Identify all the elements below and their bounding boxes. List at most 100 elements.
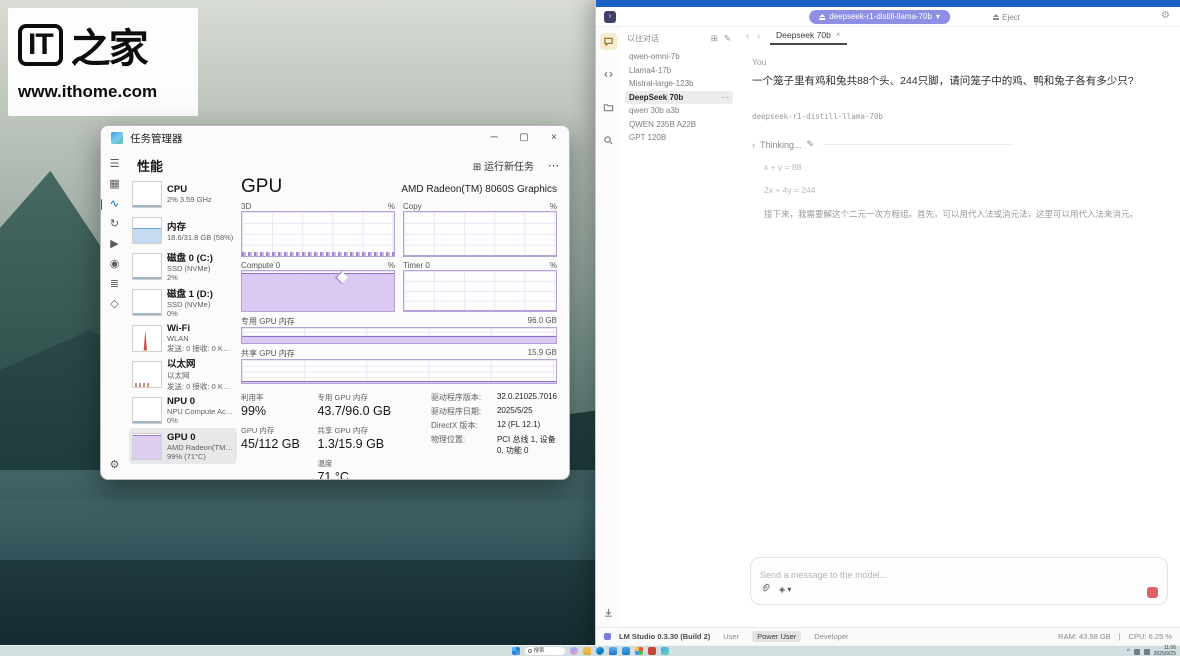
menu-icon[interactable]: ☰ xyxy=(105,158,125,171)
start-button[interactable] xyxy=(512,647,520,655)
user-role-label: You xyxy=(752,57,1166,67)
expand-caret-icon[interactable]: › xyxy=(752,140,755,150)
chart-shared-memory xyxy=(241,359,557,384)
nav-app-history-icon[interactable]: ↻ xyxy=(105,218,125,231)
thinking-equation: x + y = 88 xyxy=(764,162,1166,172)
my-models-folder-icon[interactable] xyxy=(600,99,617,116)
user-message: 一个笼子里有鸡和兔共88个头、244只脚，请问笼子中的鸡、鸭和兔子各有多少只? xyxy=(752,73,1166,88)
chat-list-item[interactable]: qwen 30b a3b xyxy=(625,104,733,118)
mode-developer[interactable]: Developer xyxy=(809,631,853,642)
task-manager-titlebar[interactable]: 任务管理器 ─ ▢ × xyxy=(101,126,569,150)
chart-copy-label: Copy xyxy=(403,202,550,211)
file-explorer-icon[interactable] xyxy=(583,647,591,655)
discover-search-icon[interactable] xyxy=(600,132,617,149)
active-chat-tab[interactable]: Deepseek 70b × xyxy=(770,28,847,45)
edit-icon: ✎ xyxy=(807,139,815,150)
new-chat-icon[interactable]: ✎ xyxy=(724,33,731,44)
nav-performance-icon[interactable]: ∿ xyxy=(105,198,125,211)
message-input-box[interactable]: ◈ ▾ xyxy=(750,557,1168,605)
chat-list-item[interactable]: Mistral-large-123b xyxy=(625,77,733,91)
minimize-button[interactable]: ─ xyxy=(479,126,509,150)
microsoft-store-icon[interactable] xyxy=(609,647,617,655)
chat-item-more-icon[interactable]: ⋯ xyxy=(721,91,729,105)
stat-dedicated-memory-value: 43.7/96.0 GB xyxy=(317,404,415,418)
chart-3d-label: 3D xyxy=(241,202,388,211)
mode-power-user[interactable]: Power User xyxy=(752,631,801,642)
thinking-section-header[interactable]: › Thinking... ✎ xyxy=(752,139,1166,150)
search-icon xyxy=(528,649,532,653)
eject-icon xyxy=(819,14,825,20)
performance-sidebar: CPU 2% 3.59 GHz 内存 18.6/31.8 GB (58%) 磁盘… xyxy=(129,176,237,464)
chat-sidebar: 以往对话 ⊞ ✎ qwen-omni-7b Llama4-17b Mistral… xyxy=(620,27,738,627)
gpu-driver-details: 驱动程序版本: 32.0.21025.7016 驱动程序日期: 2025/5/2… xyxy=(431,392,557,480)
nav-startup-apps-icon[interactable]: ▶ xyxy=(105,238,125,251)
taskbar-clock[interactable]: 11:06 2025/9/25 xyxy=(1154,646,1176,656)
prompt-options-icon[interactable]: ◈ ▾ xyxy=(779,585,791,594)
mode-user[interactable]: User xyxy=(718,631,744,642)
nav-users-icon[interactable]: ◉ xyxy=(105,258,125,271)
copilot-icon[interactable] xyxy=(570,647,578,655)
sidebar-item-npu[interactable]: NPU 0 NPU Compute Accel... 0% xyxy=(129,392,237,428)
sidebar-item-cpu[interactable]: CPU 2% 3.59 GHz xyxy=(129,176,237,212)
chart-timer-max: % xyxy=(550,261,557,270)
sidebar-item-disk0[interactable]: 磁盘 0 (C:) SSD (NVMe) 2% xyxy=(129,248,237,284)
chat-list-item[interactable]: Llama4-17b xyxy=(625,64,733,78)
chat-list-item[interactable]: GPT 120B xyxy=(625,131,733,145)
chat-tabbar: ‹ › Deepseek 70b × xyxy=(738,27,1180,45)
stop-generation-button[interactable] xyxy=(1147,587,1158,598)
chart-timer-label: Timer 0 xyxy=(403,261,550,270)
maximize-button[interactable]: ▢ xyxy=(509,126,539,150)
windows-taskbar: 搜索 ^ 11:06 2025/9/25 xyxy=(0,645,1180,656)
stat-gpu-memory-value: 45/112 GB xyxy=(241,437,301,451)
close-button[interactable]: × xyxy=(539,126,569,150)
new-folder-icon[interactable]: ⊞ xyxy=(711,33,718,44)
disk0-mini-chart xyxy=(132,253,162,280)
chat-list-item-selected[interactable]: DeepSeek 70b ⋯ xyxy=(625,91,733,105)
settings-gear-icon[interactable]: ⚙ xyxy=(1161,10,1170,21)
tray-overflow-icon[interactable]: ^ xyxy=(1127,649,1130,655)
volume-tray-icon[interactable] xyxy=(1144,649,1150,655)
chat-tab-icon[interactable] xyxy=(600,33,617,50)
stat-utilization-value: 99% xyxy=(241,404,301,418)
eject-button[interactable]: Eject xyxy=(993,10,1020,24)
app-icon[interactable] xyxy=(622,647,630,655)
sidebar-item-ethernet[interactable]: 以太网 以太网 发送: 0 接收: 0 Kbps xyxy=(129,356,237,392)
chat-list-item[interactable]: qwen-omni-7b xyxy=(625,50,733,64)
thinking-equation: 2x + 4y = 244 xyxy=(764,185,1166,195)
developer-tab-icon[interactable] xyxy=(600,66,617,83)
downloads-icon[interactable] xyxy=(600,604,617,621)
more-options-button[interactable]: ⋯ xyxy=(548,159,559,172)
model-dropdown-icon: ▾ xyxy=(936,10,940,24)
app-icon[interactable] xyxy=(648,647,656,655)
thinking-text: 接下来，我需要解这个二元一次方程组。首先，可以用代入法或消元法，这里可以用代入法… xyxy=(764,208,1166,220)
gpu-panel: GPU AMD Radeon(TM) 8060S Graphics 3D % C… xyxy=(241,176,557,480)
sidebar-item-wifi[interactable]: Wi-Fi WLAN 发送: 0 接收: 0 Kbps xyxy=(129,320,237,356)
nav-services-icon[interactable]: ◇ xyxy=(105,298,125,311)
tab-forward-icon[interactable]: › xyxy=(753,31,764,42)
dedicated-memory-chart-label: 专用 GPU 内存 xyxy=(241,316,528,327)
stat-shared-memory-label: 共享 GPU 内存 xyxy=(317,425,415,436)
task-manager-taskbar-icon[interactable] xyxy=(661,647,669,655)
sidebar-item-gpu[interactable]: GPU 0 AMD Radeon(TM) 806... 99% (71°C) xyxy=(129,428,237,464)
loaded-model-pill[interactable]: deepseek-r1-distill-llama-70b ▾ xyxy=(809,10,950,24)
app-icon[interactable] xyxy=(635,647,643,655)
run-new-task-button[interactable]: ⊞ 运行新任务 xyxy=(473,158,534,173)
settings-gear-icon[interactable]: ⚙ xyxy=(101,458,128,471)
nav-details-icon[interactable]: ≣ xyxy=(105,278,125,291)
ethernet-mini-chart xyxy=(132,361,162,388)
taskbar-search[interactable]: 搜索 xyxy=(525,647,565,655)
sidebar-item-disk1[interactable]: 磁盘 1 (D:) SSD (NVMe) 0% xyxy=(129,284,237,320)
edge-browser-icon[interactable] xyxy=(596,647,604,655)
network-tray-icon[interactable] xyxy=(1134,649,1140,655)
nav-processes-icon[interactable]: ▦ xyxy=(105,178,125,191)
message-input[interactable] xyxy=(760,570,1158,580)
chat-list-item[interactable]: QWEN 235B A22B xyxy=(625,118,733,132)
tab-close-icon[interactable]: × xyxy=(836,30,841,39)
stat-temperature-value: 71 °C xyxy=(317,470,415,480)
wifi-mini-chart xyxy=(132,325,162,352)
lm-studio-titlebar[interactable]: › deepseek-r1-distill-llama-70b ▾ Eject … xyxy=(596,7,1180,27)
tab-back-icon[interactable]: ‹ xyxy=(742,31,753,42)
gpu-stats: 利用率 99% GPU 内存 45/112 GB 专用 GPU 内存 43.7/… xyxy=(241,392,557,480)
sidebar-item-memory[interactable]: 内存 18.6/31.8 GB (58%) xyxy=(129,212,237,248)
attach-file-icon[interactable] xyxy=(760,580,770,598)
